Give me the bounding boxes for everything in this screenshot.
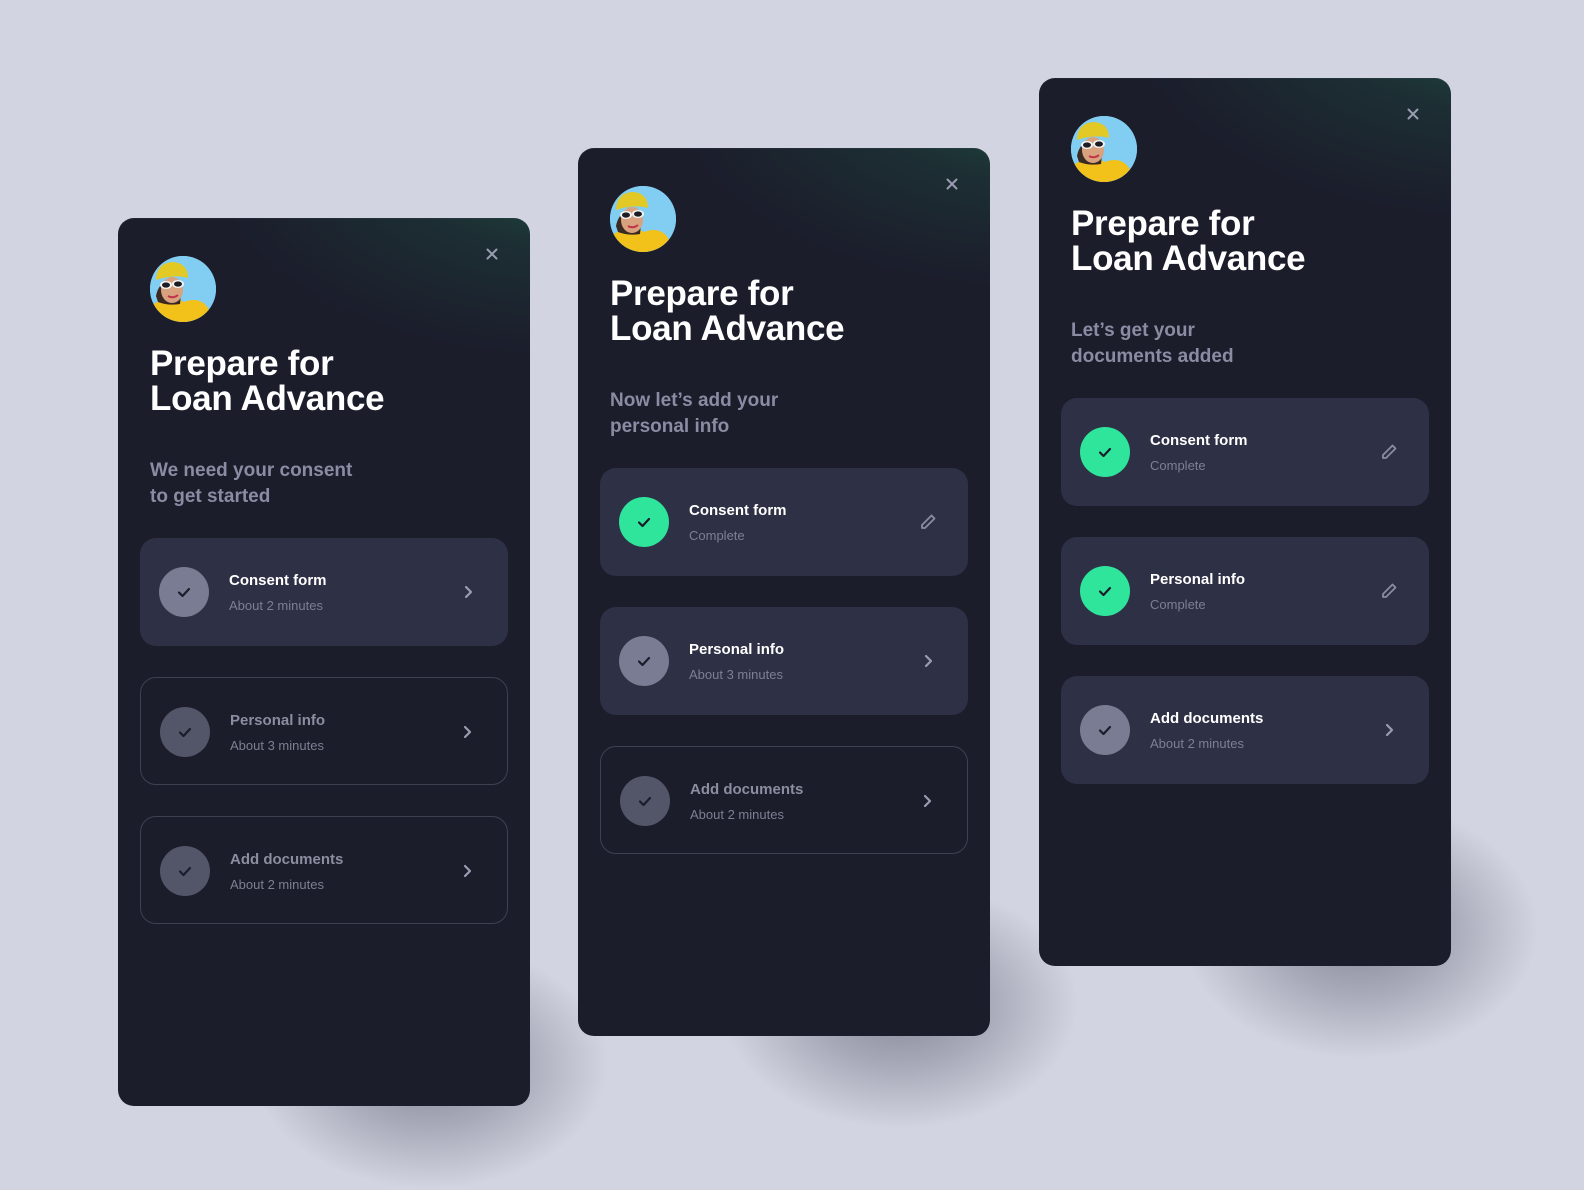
open-step-button[interactable] — [1377, 718, 1401, 742]
close-button[interactable] — [1403, 104, 1423, 124]
pencil-icon — [1382, 583, 1397, 598]
step-item-add-documents[interactable]: Add documents About 2 minutes — [140, 816, 508, 924]
step-status-badge — [620, 776, 670, 826]
loan-prep-screen-3: Prepare for Loan Advance Let’s get your … — [1039, 78, 1451, 966]
step-subtitle: About 2 minutes — [230, 877, 324, 892]
subtitle-line-1: Now let’s add your — [610, 390, 779, 411]
step-subtitle: About 2 minutes — [1150, 736, 1244, 751]
step-subtitle: Complete — [689, 528, 745, 543]
check-icon — [178, 866, 192, 876]
close-button[interactable] — [942, 174, 962, 194]
step-subtitle: About 2 minutes — [690, 807, 784, 822]
step-item-add-documents[interactable]: Add documents About 2 minutes — [600, 746, 968, 854]
chevron-right-icon — [464, 585, 472, 599]
step-status-badge — [619, 497, 669, 547]
open-step-button[interactable] — [455, 720, 479, 744]
check-icon — [637, 517, 651, 527]
close-icon — [946, 178, 958, 190]
edit-button[interactable] — [1377, 440, 1401, 464]
check-icon — [178, 727, 192, 737]
title-line-1: Prepare for — [610, 274, 794, 313]
check-icon — [638, 796, 652, 806]
subtitle-line-1: We need your consent — [150, 460, 353, 481]
subtitle-line-2: to get started — [150, 486, 271, 507]
avatar — [1071, 116, 1137, 182]
step-title: Personal info — [230, 712, 326, 729]
page-title: Prepare for Loan Advance — [150, 344, 385, 418]
step-subtitle: Complete — [1150, 597, 1206, 612]
subtitle-line-1: Let’s get your — [1071, 320, 1195, 341]
step-item-personal-info[interactable]: Personal info About 3 minutes — [600, 607, 968, 715]
loan-prep-screen-1: Prepare for Loan Advance We need your co… — [118, 218, 530, 1106]
check-icon — [1098, 725, 1112, 735]
step-status-badge — [619, 636, 669, 686]
step-title: Add documents — [230, 851, 344, 868]
step-item-consent-form[interactable]: Consent form Complete — [1061, 398, 1429, 506]
loan-prep-screen-2: Prepare for Loan Advance Now let’s add y… — [578, 148, 990, 1036]
step-subtitle: About 2 minutes — [229, 598, 323, 613]
step-subtitle: About 3 minutes — [230, 738, 324, 753]
check-icon — [1098, 586, 1112, 596]
step-list: Consent form About 2 minutes Personal in… — [140, 538, 508, 955]
open-step-button[interactable] — [915, 789, 939, 813]
avatar — [150, 256, 216, 322]
step-status-badge — [1080, 566, 1130, 616]
page-subtitle: We need your consent to get started — [150, 458, 352, 510]
step-title: Consent form — [689, 502, 787, 519]
step-status-badge — [160, 707, 210, 757]
subtitle-line-2: documents added — [1071, 346, 1234, 367]
edit-button[interactable] — [1377, 579, 1401, 603]
close-icon — [486, 248, 498, 260]
avatar-photo — [150, 256, 216, 322]
step-list: Consent form Complete Personal info Abou… — [600, 468, 968, 885]
page-title: Prepare for Loan Advance — [610, 274, 845, 348]
step-item-consent-form[interactable]: Consent form About 2 minutes — [140, 538, 508, 646]
check-icon — [1098, 447, 1112, 457]
step-status-badge — [160, 846, 210, 896]
check-icon — [177, 587, 191, 597]
avatar — [610, 186, 676, 252]
title-line-2: Loan Advance — [150, 379, 385, 418]
pencil-icon — [1382, 444, 1397, 459]
chevron-right-icon — [923, 794, 931, 808]
step-list: Consent form Complete Personal info Comp… — [1061, 398, 1429, 815]
subtitle-line-2: personal info — [610, 416, 730, 437]
page-subtitle: Let’s get your documents added — [1071, 318, 1234, 370]
step-title: Personal info — [689, 641, 785, 658]
step-status-badge — [1080, 427, 1130, 477]
open-step-button[interactable] — [456, 580, 480, 604]
chevron-right-icon — [463, 725, 471, 739]
step-subtitle: Complete — [1150, 458, 1206, 473]
edit-button[interactable] — [916, 510, 940, 534]
open-step-button[interactable] — [916, 649, 940, 673]
step-item-personal-info[interactable]: Personal info Complete — [1061, 537, 1429, 645]
step-title: Personal info — [1150, 571, 1246, 588]
step-item-consent-form[interactable]: Consent form Complete — [600, 468, 968, 576]
open-step-button[interactable] — [455, 859, 479, 883]
step-item-personal-info[interactable]: Personal info About 3 minutes — [140, 677, 508, 785]
title-line-2: Loan Advance — [1071, 239, 1306, 278]
chevron-right-icon — [924, 654, 932, 668]
step-status-badge — [1080, 705, 1130, 755]
title-line-1: Prepare for — [150, 344, 334, 383]
title-line-2: Loan Advance — [610, 309, 845, 348]
chevron-right-icon — [1385, 723, 1393, 737]
title-line-1: Prepare for — [1071, 204, 1255, 243]
page-title: Prepare for Loan Advance — [1071, 204, 1306, 278]
avatar-photo — [1071, 116, 1137, 182]
step-status-badge — [159, 567, 209, 617]
check-icon — [637, 656, 651, 666]
step-title: Add documents — [690, 781, 804, 798]
close-icon — [1407, 108, 1419, 120]
chevron-right-icon — [463, 864, 471, 878]
avatar-photo — [610, 186, 676, 252]
pencil-icon — [921, 514, 936, 529]
page-subtitle: Now let’s add your personal info — [610, 388, 778, 440]
step-title: Add documents — [1150, 710, 1264, 727]
step-item-add-documents[interactable]: Add documents About 2 minutes — [1061, 676, 1429, 784]
step-title: Consent form — [229, 572, 327, 589]
close-button[interactable] — [482, 244, 502, 264]
step-title: Consent form — [1150, 432, 1248, 449]
step-subtitle: About 3 minutes — [689, 667, 783, 682]
